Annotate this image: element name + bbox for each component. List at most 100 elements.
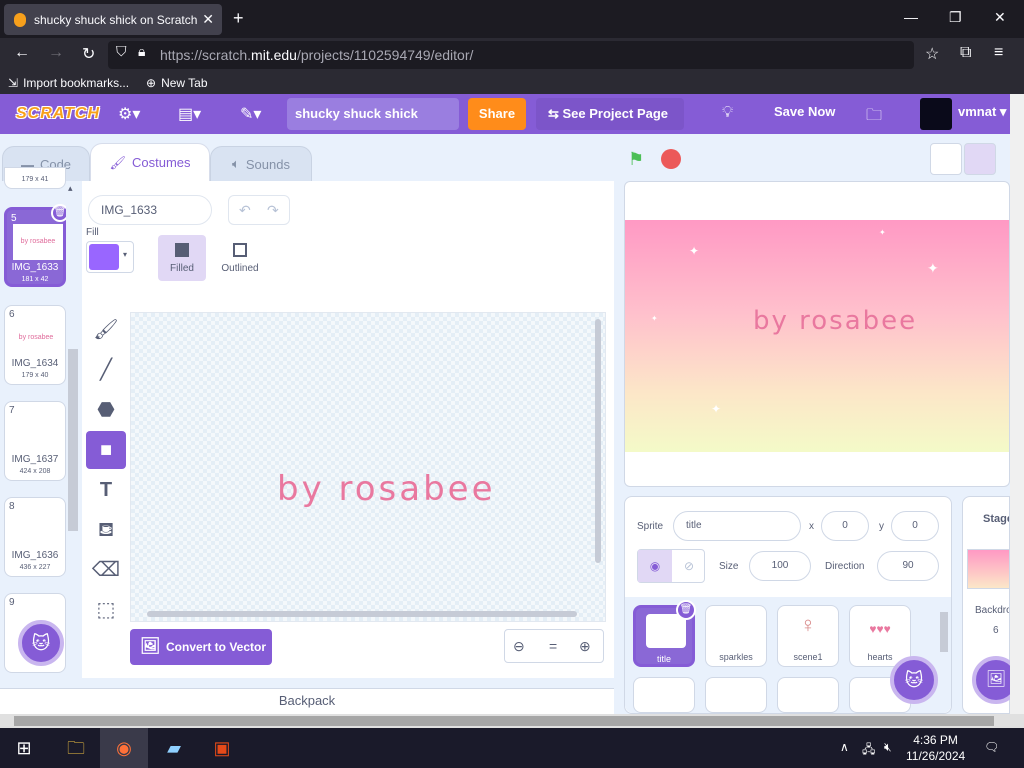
undo-icon[interactable]: ↶	[239, 202, 251, 219]
costume-item-partial[interactable]: 179 x 41	[4, 167, 66, 189]
back-icon[interactable]: ←	[14, 44, 30, 62]
tab-sounds[interactable]: 🔈︎ Sounds	[210, 146, 312, 181]
canvas-vertical-scrollbar[interactable]	[595, 319, 601, 563]
zoom-in-icon[interactable]: ⊕	[579, 638, 591, 655]
app-icon[interactable]: ▰	[150, 728, 198, 768]
circle-tool-icon[interactable]: ⬣	[86, 391, 126, 429]
shield-icon[interactable]: ⛉	[116, 43, 127, 60]
scrollbar-thumb[interactable]	[68, 349, 78, 531]
menu-icon[interactable]: ≡	[994, 44, 1003, 62]
extensions-icon[interactable]: ⧉	[960, 44, 971, 62]
file-explorer-icon[interactable]: 🗀	[52, 728, 100, 768]
save-now-button[interactable]: Save Now	[774, 104, 835, 119]
minimize-icon[interactable]: —	[904, 9, 918, 25]
fill-color-picker[interactable]: ▾	[86, 241, 134, 273]
sprite-tile[interactable]	[777, 677, 839, 713]
costume-name: IMG_1637	[11, 454, 59, 465]
sprite-tile[interactable]: ♥♥♥ hearts	[849, 605, 911, 667]
zoom-out-icon[interactable]: ⊖	[513, 638, 525, 655]
costume-item[interactable]: 5 by rosabee IMG_1633 181 x 42 🗑︎	[4, 204, 69, 287]
firefox-icon[interactable]: ◉	[100, 728, 148, 768]
canvas-costume-text[interactable]: by rosabee	[277, 469, 496, 509]
bookmark-new-tab[interactable]: ⊕ New Tab	[146, 76, 208, 90]
windows-start-icon[interactable]: ⊞	[0, 728, 48, 768]
tray-chevron-up-icon[interactable]: ∧	[840, 740, 849, 754]
lock-icon[interactable]: 🔒︎	[138, 43, 145, 60]
zoom-reset-button[interactable]: =	[549, 638, 557, 654]
tutorials-bulb-icon[interactable]: 💡︎	[722, 104, 733, 122]
scrollbar-thumb[interactable]	[940, 612, 948, 652]
network-icon[interactable]: 🖧︎	[862, 740, 875, 761]
sprite-tile[interactable]: sparkles	[705, 605, 767, 667]
forward-icon[interactable]: →	[48, 44, 64, 62]
scrollbar-thumb[interactable]	[14, 716, 994, 726]
sprite-tile[interactable]	[705, 677, 767, 713]
y-input[interactable]: 0	[891, 511, 939, 541]
line-tool-icon[interactable]: ╱	[86, 351, 126, 389]
scroll-up-icon[interactable]: ▴	[68, 183, 73, 194]
sprite-name-input[interactable]: title	[673, 511, 801, 541]
bookmark-import[interactable]: ⇲ Import bookmarks...	[8, 76, 129, 90]
tab-close-icon[interactable]: ✕	[202, 11, 214, 28]
address-bar[interactable]: https://scratch.mit.edu/projects/1102594…	[108, 41, 914, 69]
reload-icon[interactable]: ↻	[82, 44, 95, 64]
office-icon[interactable]: ▣	[198, 728, 246, 768]
add-sprite-button[interactable]: 🐱︎	[890, 656, 938, 704]
project-title-input[interactable]: shucky shuck shick	[287, 98, 459, 130]
new-tab-icon[interactable]: +	[233, 8, 244, 29]
see-project-page-button[interactable]: ⇆ See Project Page	[536, 98, 684, 130]
sprite-tile[interactable]: title 🗑︎	[633, 600, 696, 667]
direction-input[interactable]: 90	[877, 551, 939, 581]
outlined-mode-button[interactable]: Outlined	[216, 235, 264, 281]
costume-name-input[interactable]: IMG_1633	[88, 195, 212, 225]
text-tool-icon[interactable]: T	[86, 471, 126, 509]
costume-item[interactable]: 6 by rosabee IMG_1634 179 x 40	[4, 305, 66, 385]
stop-icon[interactable]	[661, 149, 681, 169]
show-eye-icon[interactable]: ◉	[638, 550, 672, 582]
eraser-tool-icon[interactable]: ⌫	[86, 551, 126, 589]
browser-tab[interactable]: shucky shuck shick on Scratch ✕	[4, 4, 222, 35]
costume-item[interactable]: 7 IMG_1637 424 x 208	[4, 401, 66, 481]
notifications-icon[interactable]: 🗨︎	[984, 740, 999, 754]
tab-costumes[interactable]: 🖌︎ Costumes	[90, 143, 210, 181]
avatar[interactable]	[920, 98, 952, 130]
edit-menu-icon[interactable]: ✎▾	[240, 104, 261, 124]
page-vertical-scrollbar[interactable]	[1010, 94, 1024, 714]
green-flag-icon[interactable]: ⚑	[628, 149, 644, 170]
sprite-list-scrollbar[interactable]	[938, 598, 950, 712]
size-input[interactable]: 100	[749, 551, 811, 581]
add-costume-button[interactable]: 🐱︎	[18, 620, 64, 666]
small-stage-icon[interactable]	[930, 143, 962, 175]
filled-mode-button[interactable]: Filled	[158, 235, 206, 281]
normal-stage-icon[interactable]	[964, 143, 996, 175]
sprite-tile[interactable]: ♀ scene1	[777, 605, 839, 667]
my-stuff-folder-icon[interactable]: 🗀	[866, 104, 882, 131]
sprite-tile[interactable]	[633, 677, 695, 713]
account-username[interactable]: vmnat ▾	[958, 104, 1006, 120]
delete-sprite-icon[interactable]: 🗑︎	[676, 600, 696, 620]
costume-list-scrollbar[interactable]: ▴	[66, 181, 80, 681]
backpack-bar[interactable]: Backpack	[0, 688, 614, 714]
x-input[interactable]: 0	[821, 511, 869, 541]
stage[interactable]: by rosabee ✦ ✦ ✦ ✦ ✦	[624, 181, 1010, 487]
settings-gear-icon[interactable]: ⚙▾	[118, 104, 140, 124]
bookmark-star-icon[interactable]: ☆	[925, 44, 939, 64]
rectangle-tool-icon[interactable]: ■	[86, 431, 126, 469]
hide-eye-icon[interactable]: ⊘	[672, 550, 706, 582]
share-button[interactable]: Share	[468, 98, 526, 130]
window-close-icon[interactable]: ✕	[994, 9, 1006, 26]
fill-bucket-icon[interactable]: ⛾	[86, 511, 126, 549]
select-tool-icon[interactable]: ⬚	[86, 591, 126, 629]
volume-muted-icon[interactable]: 🔇︎	[884, 740, 892, 755]
paint-canvas[interactable]: by rosabee	[130, 312, 606, 622]
file-menu-icon[interactable]: ▤▾	[178, 104, 201, 124]
scratch-logo[interactable]: SCRATCH	[16, 101, 99, 127]
convert-to-vector-button[interactable]: 🖼︎ Convert to Vector	[130, 629, 272, 665]
canvas-horizontal-scrollbar[interactable]	[147, 611, 577, 617]
redo-icon[interactable]: ↷	[267, 202, 279, 219]
brush-tool-icon[interactable]: 🖌︎	[86, 311, 126, 349]
restore-icon[interactable]: ❐	[949, 9, 962, 26]
costume-item[interactable]: 8 IMG_1636 436 x 227	[4, 497, 66, 577]
page-horizontal-scrollbar[interactable]	[0, 714, 1024, 728]
taskbar-clock[interactable]: 4:36 PM 11/26/2024	[906, 732, 965, 764]
